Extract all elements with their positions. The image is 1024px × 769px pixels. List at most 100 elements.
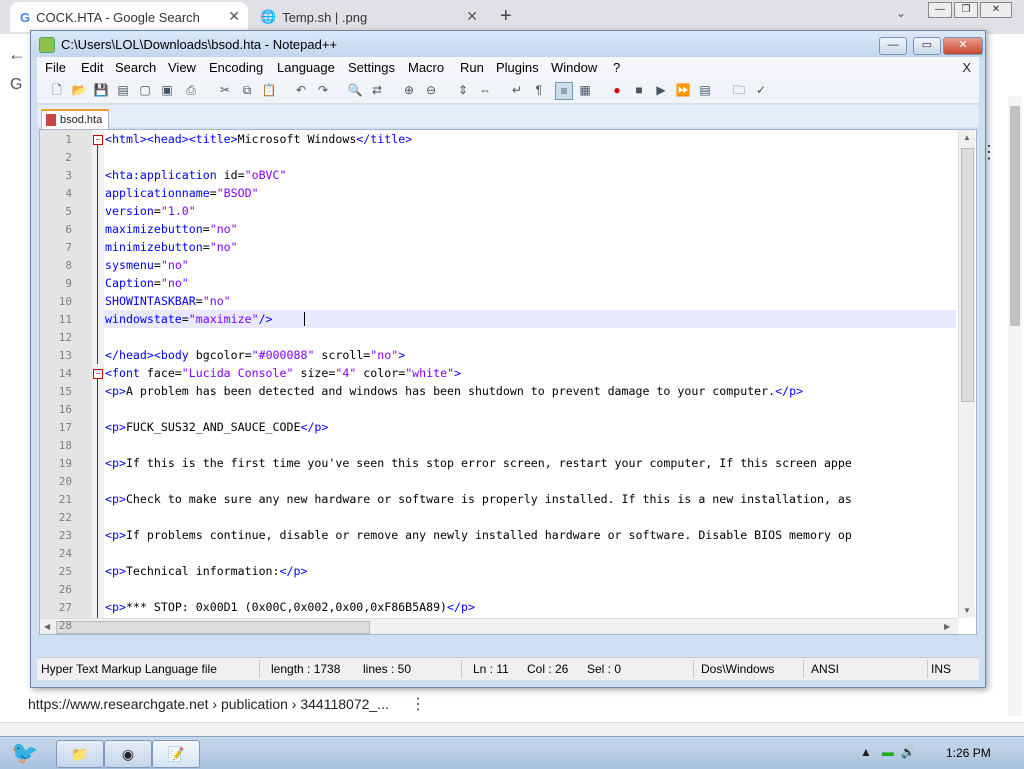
status-encoding[interactable]: ANSI bbox=[811, 662, 839, 676]
tab-title: COCK.HTA - Google Search bbox=[36, 9, 200, 25]
window-title: C:\Users\LOL\Downloads\bsod.hta - Notepa… bbox=[61, 37, 338, 52]
line-number: 15 bbox=[58, 385, 72, 398]
cut-icon[interactable]: ✂ bbox=[217, 82, 233, 98]
find-icon[interactable]: 🔍 bbox=[347, 82, 363, 98]
zoom-out-icon[interactable]: ⊖ bbox=[423, 82, 439, 98]
start-button-angry-bird-icon[interactable]: 🐦 bbox=[2, 737, 48, 769]
clock[interactable]: 1:26 PM bbox=[946, 746, 991, 760]
tab-search-button[interactable]: ⌄ bbox=[896, 6, 906, 20]
google-g-icon: G bbox=[20, 9, 31, 25]
minimize-button[interactable]: — bbox=[928, 2, 952, 18]
result-more-button[interactable]: ⋮ bbox=[410, 694, 426, 714]
maximize-button[interactable]: ❐ bbox=[954, 2, 978, 18]
menu-encoding[interactable]: Encoding bbox=[209, 60, 263, 75]
show-all-characters-icon[interactable]: ¶ bbox=[531, 82, 547, 98]
menu-run[interactable]: Run bbox=[460, 60, 484, 75]
network-icon[interactable]: ▬ bbox=[882, 745, 894, 759]
new-file-icon[interactable]: 🗋 bbox=[49, 82, 65, 98]
back-arrow-icon[interactable]: ← bbox=[8, 44, 26, 65]
menu-help[interactable]: ? bbox=[613, 60, 620, 75]
scroll-right-icon[interactable]: ▶ bbox=[944, 622, 950, 631]
close-tab-icon[interactable]: ✕ bbox=[466, 8, 478, 25]
maximize-button[interactable]: ▭ bbox=[913, 37, 941, 55]
line-number: 8 bbox=[65, 259, 72, 272]
editor-vertical-scrollbar[interactable]: ▲ ▼ bbox=[958, 130, 975, 618]
menu-settings[interactable]: Settings bbox=[348, 60, 395, 75]
file-explorer-taskbar-icon[interactable]: 📁 bbox=[56, 740, 104, 768]
volume-icon[interactable]: 🔊 bbox=[901, 745, 916, 759]
search-result-url[interactable]: https://www.researchgate.net › publicati… bbox=[28, 696, 389, 712]
code-editor[interactable]: − − <html><head><title>Microsoft Windows… bbox=[39, 129, 977, 635]
notepad-plus-plus-taskbar-icon[interactable]: 📝 bbox=[152, 740, 200, 768]
chrome-taskbar-icon[interactable]: ◉ bbox=[104, 740, 152, 768]
language-icon[interactable]: ▦ bbox=[577, 82, 593, 98]
save-all-icon[interactable]: ▤ bbox=[115, 82, 131, 98]
folder-workspace-icon[interactable]: 🗀 bbox=[731, 82, 747, 98]
fold-collapse-icon[interactable]: − bbox=[93, 369, 103, 379]
close-document-button[interactable]: X bbox=[962, 60, 971, 75]
code-line: <p>Technical information:</p> bbox=[105, 564, 308, 578]
line-number: 5 bbox=[65, 205, 72, 218]
open-file-icon[interactable]: 📂 bbox=[71, 82, 87, 98]
code-line: <p>FUCK_SUS32_AND_SAUCE_CODE</p> bbox=[105, 420, 329, 434]
record-macro-icon[interactable]: ● bbox=[609, 82, 625, 98]
menu-macro[interactable]: Macro bbox=[408, 60, 444, 75]
browser-vertical-scrollbar[interactable] bbox=[1008, 96, 1022, 716]
close-button[interactable]: ✕ bbox=[980, 2, 1012, 18]
status-insert-mode[interactable]: INS bbox=[931, 662, 951, 676]
zoom-in-icon[interactable]: ⊕ bbox=[401, 82, 417, 98]
indent-guide-icon[interactable]: ≡ bbox=[555, 82, 573, 100]
line-number: 4 bbox=[65, 187, 72, 200]
play-macro-icon[interactable]: ▶ bbox=[653, 82, 669, 98]
window-title-bar[interactable]: C:\Users\LOL\Downloads\bsod.hta - Notepa… bbox=[31, 31, 985, 57]
expand-tray-icon[interactable]: ▲ bbox=[860, 745, 872, 759]
sync-vertical-icon[interactable]: ⇕ bbox=[455, 82, 471, 98]
sync-horizontal-icon[interactable]: ⇔ bbox=[477, 82, 493, 98]
browser-tab-google-search[interactable]: G COCK.HTA - Google Search ✕ bbox=[10, 2, 248, 32]
status-eol[interactable]: Dos\Windows bbox=[701, 662, 774, 676]
save-macro-icon[interactable]: ▤ bbox=[697, 82, 713, 98]
undo-icon[interactable]: ↶ bbox=[293, 82, 309, 98]
replace-icon[interactable]: ⇄ bbox=[369, 82, 385, 98]
menu-edit[interactable]: Edit bbox=[81, 60, 103, 75]
word-wrap-icon[interactable]: ↵ bbox=[509, 82, 525, 98]
scroll-thumb[interactable] bbox=[1010, 106, 1020, 326]
stop-macro-icon[interactable]: ■ bbox=[631, 82, 647, 98]
menu-window[interactable]: Window bbox=[551, 60, 597, 75]
close-all-icon[interactable]: ▣ bbox=[159, 82, 175, 98]
menu-search[interactable]: Search bbox=[115, 60, 156, 75]
print-icon[interactable]: ⎙ bbox=[183, 82, 199, 98]
fold-collapse-icon[interactable]: − bbox=[93, 135, 103, 145]
menu-language[interactable]: Language bbox=[277, 60, 335, 75]
browser-tab-temp-sh[interactable]: 🌐 Temp.sh | .png ✕ bbox=[250, 2, 486, 32]
close-button[interactable]: ✕ bbox=[943, 37, 983, 55]
editor-horizontal-scrollbar[interactable]: ◀ ▶ bbox=[40, 618, 958, 634]
copy-icon[interactable]: ⧉ bbox=[239, 82, 255, 98]
scroll-down-icon[interactable]: ▼ bbox=[963, 606, 971, 615]
document-tab-bsod[interactable]: bsod.hta bbox=[41, 109, 110, 129]
scroll-thumb[interactable] bbox=[961, 148, 974, 402]
menu-file[interactable]: File bbox=[45, 60, 66, 75]
menu-plugins[interactable]: Plugins bbox=[496, 60, 539, 75]
document-tab-bar: bsod.hta bbox=[37, 105, 979, 129]
line-number: 27 bbox=[58, 601, 72, 614]
close-tab-icon[interactable]: ✕ bbox=[228, 8, 240, 25]
close-icon[interactable]: ▢ bbox=[137, 82, 153, 98]
toolbar: 🗋 📂 💾 ▤ ▢ ▣ ⎙ ✂ ⧉ 📋 ↶ ↷ 🔍 ⇄ ⊕ ⊖ ⇕ ⇔ ↵ ¶ … bbox=[37, 79, 979, 104]
system-tray: ▲ ▬ 🔊 bbox=[860, 745, 916, 759]
scroll-up-icon[interactable]: ▲ bbox=[963, 133, 971, 142]
spell-check-icon[interactable]: ✓ bbox=[753, 82, 769, 98]
new-tab-button[interactable]: + bbox=[500, 5, 512, 28]
browser-horizontal-scrollbar[interactable] bbox=[0, 722, 1024, 737]
line-number: 20 bbox=[58, 475, 72, 488]
minimize-button[interactable]: — bbox=[879, 37, 907, 55]
menu-view[interactable]: View bbox=[168, 60, 196, 75]
code-line: <p>If this is the first time you've seen… bbox=[105, 456, 852, 470]
scroll-thumb[interactable] bbox=[56, 621, 370, 634]
redo-icon[interactable]: ↷ bbox=[315, 82, 331, 98]
save-icon[interactable]: 💾 bbox=[93, 82, 109, 98]
tab-title: Temp.sh | .png bbox=[282, 9, 368, 25]
run-macro-multiple-icon[interactable]: ⏩ bbox=[675, 82, 691, 98]
paste-icon[interactable]: 📋 bbox=[261, 82, 277, 98]
code-line: windowstate="maximize"/> bbox=[105, 312, 273, 326]
